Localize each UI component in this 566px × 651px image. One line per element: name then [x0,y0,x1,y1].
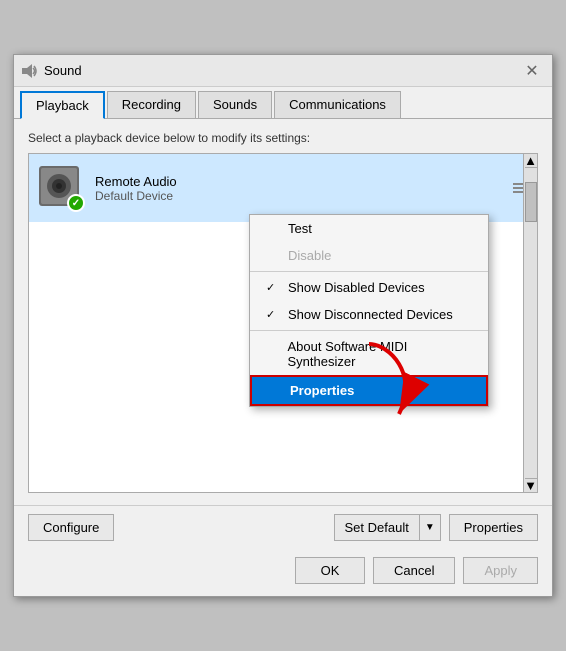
ctx-sep2 [250,330,488,331]
ctx-disable: Disable [250,242,488,269]
tab-recording[interactable]: Recording [107,91,196,118]
ctx-show-disconnected[interactable]: ✓ Show Disconnected Devices [250,301,488,328]
title-bar-left: Sound [22,63,82,79]
apply-button[interactable]: Apply [463,557,538,584]
cancel-button[interactable]: Cancel [373,557,455,584]
set-default-dropdown[interactable]: ▼ [419,514,441,541]
content-area: Select a playback device below to modify… [14,119,552,505]
ctx-sep1 [250,271,488,272]
ok-button[interactable]: OK [295,557,365,584]
tab-playback[interactable]: Playback [20,91,105,119]
window-title: Sound [44,63,82,78]
context-menu: Test Disable ✓ Show Disabled Devices ✓ S… [249,214,489,407]
scrollbar-thumb[interactable] [525,182,537,222]
description-text: Select a playback device below to modify… [28,131,538,145]
device-info: Remote Audio Default Device [95,174,513,203]
scrollbar[interactable]: ▲ ▼ [523,154,537,492]
close-button[interactable]: ✕ [520,59,544,83]
device-icon-container: ✓ [37,164,85,212]
sound-icon [22,63,38,79]
bottom-bar: Configure Set Default ▼ Properties [14,505,552,549]
check-disconnected: ✓ [266,308,280,321]
scroll-down[interactable]: ▼ [525,478,537,492]
title-bar: Sound ✕ [14,55,552,87]
tab-communications[interactable]: Communications [274,91,401,118]
scroll-up[interactable]: ▲ [525,154,537,168]
set-default-split: Set Default ▼ [334,514,441,541]
tabs-bar: Playback Recording Sounds Communications [14,87,552,119]
default-badge: ✓ [67,194,85,212]
device-list[interactable]: ✓ Remote Audio Default Device Test [28,153,538,493]
properties-button[interactable]: Properties [449,514,538,541]
device-item[interactable]: ✓ Remote Audio Default Device [29,154,537,222]
ctx-properties[interactable]: Properties [250,375,488,406]
tab-sounds[interactable]: Sounds [198,91,272,118]
ctx-test[interactable]: Test [250,215,488,242]
configure-button[interactable]: Configure [28,514,114,541]
sound-dialog: Sound ✕ Playback Recording Sounds Commun… [13,54,553,597]
ctx-about[interactable]: About Software MIDI Synthesizer [250,333,488,375]
ctx-show-disabled[interactable]: ✓ Show Disabled Devices [250,274,488,301]
device-name: Remote Audio [95,174,513,189]
footer-buttons: OK Cancel Apply [14,549,552,596]
check-disabled: ✓ [266,281,280,294]
device-status: Default Device [95,189,513,203]
set-default-button[interactable]: Set Default [334,514,419,541]
